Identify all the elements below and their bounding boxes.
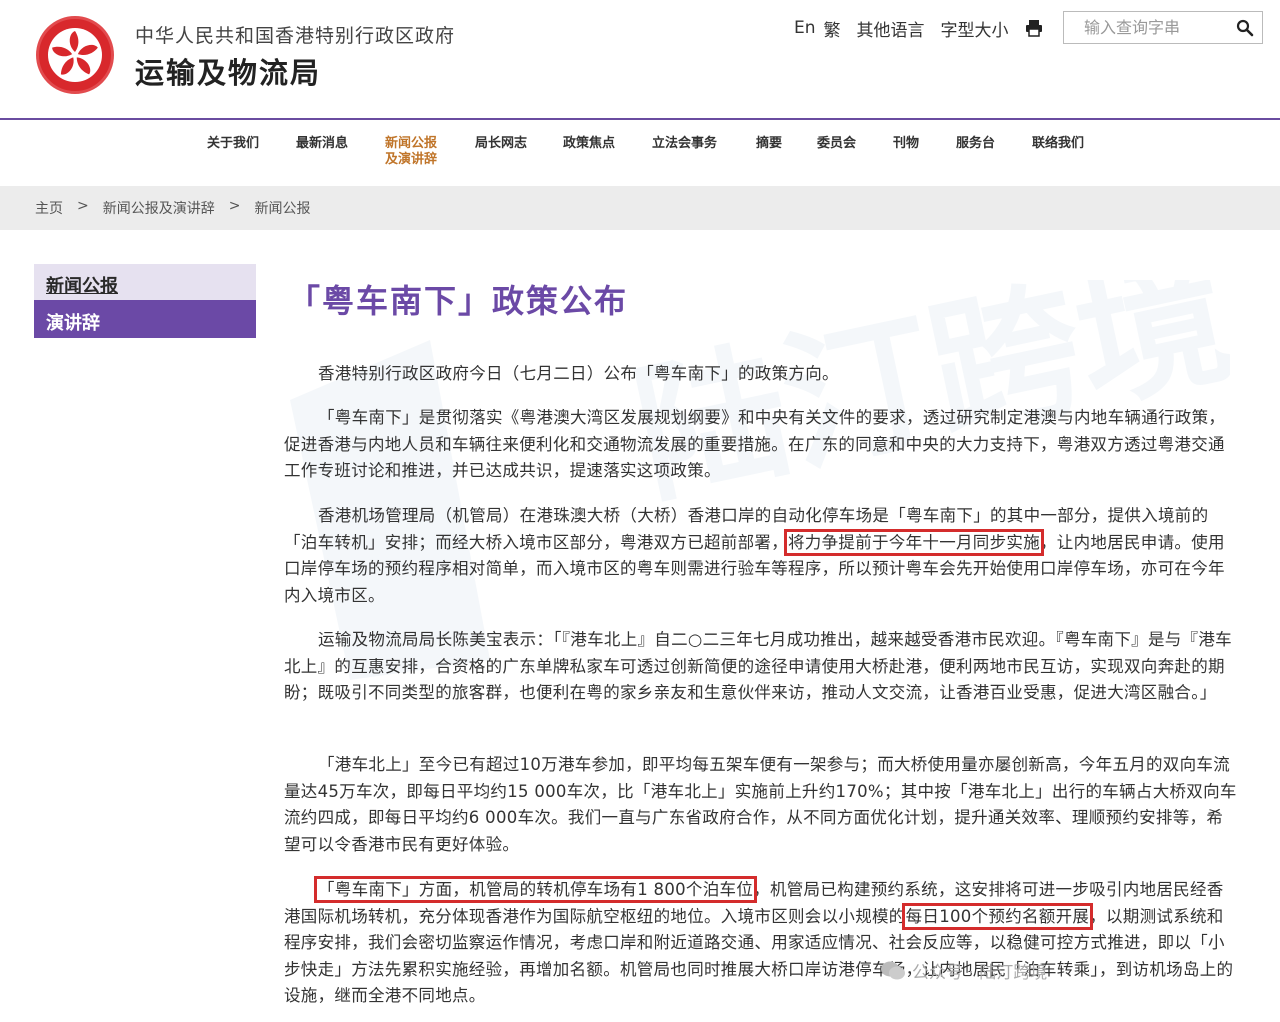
government-name: 中华人民共和国香港特别行政区政府 [135, 25, 456, 47]
article-paragraph-6: 「粤车南下」方面，机管局的转机停车场有1 800个泊车位，机管局已构建预约系统，… [284, 876, 1239, 1010]
svg-text:陆汀跨境: 陆汀跨境 [621, 280, 1230, 525]
bauhinia-icon [48, 28, 102, 82]
font-size-link[interactable]: 字型大小 [941, 16, 1009, 41]
nav-latest-news[interactable]: 最新消息 [296, 136, 348, 152]
main-nav: 关于我们 最新消息 新闻公报 及演讲辞 局长网志 政策焦点 立法会事务 摘要 委… [0, 120, 1280, 186]
other-languages-link[interactable]: 其他语言 [857, 16, 925, 41]
article-paragraph-4: 运输及物流局局长陈美宝表示：「『港车北上』自二○二三年七月成功推出，越来越受香港… [284, 630, 1232, 702]
nav-legco-business[interactable]: 立法会事务 [652, 136, 717, 152]
nav-about-us[interactable]: 关于我们 [207, 136, 259, 152]
breadcrumb-separator: > [77, 198, 89, 214]
breadcrumb-bar: 主页 > 新闻公报及演讲辞 > 新闻公报 [0, 186, 1280, 230]
lang-traditional-link[interactable]: 繁 [824, 16, 841, 41]
nav-contact-us[interactable]: 联络我们 [1032, 136, 1084, 152]
breadcrumb-press-speeches[interactable]: 新闻公报及演讲辞 [103, 198, 215, 218]
wechat-watermark: 公众号 · 陆汀跨境 [880, 958, 1047, 983]
highlight-parking-spaces: 「粤车南下」方面，机管局的转机停车场有1 800个泊车位 [313, 876, 758, 903]
article-title: 「粤车南下」政策公布 [288, 282, 629, 320]
search-input[interactable] [1064, 12, 1234, 43]
breadcrumb-press-releases[interactable]: 新闻公报 [254, 198, 310, 218]
breadcrumb-separator: > [228, 198, 241, 214]
search-box [1063, 11, 1263, 44]
nav-secretary-blog[interactable]: 局长网志 [475, 136, 527, 152]
nav-press-releases-speeches[interactable]: 新闻公报 及演讲辞 [385, 136, 437, 168]
article-paragraph-2: 「粤车南下」是贯彻落实《粤港澳大湾区发展规划纲要》和中央有关文件的要求，透过研究… [284, 408, 1226, 480]
highlight-daily-quota: 每日100个预约名额开展 [901, 902, 1094, 930]
lang-english-link[interactable]: En [794, 18, 816, 38]
wechat-icon [880, 960, 906, 982]
breadcrumb-home[interactable]: 主页 [35, 198, 63, 218]
nav-committees[interactable]: 委员会 [817, 136, 856, 152]
nav-publications[interactable]: 刊物 [893, 136, 919, 152]
breadcrumb: 主页 > 新闻公报及演讲辞 > 新闻公报 [35, 198, 310, 218]
sidebar-item-speeches[interactable]: 演讲辞 [34, 300, 256, 338]
highlight-november-implementation: 将力争提前于今年十一月同步实施 [784, 528, 1044, 556]
hksar-emblem-logo[interactable] [36, 16, 114, 94]
sidebar-item-press-releases[interactable]: 新闻公报 [34, 264, 256, 300]
nav-summary[interactable]: 摘要 [756, 136, 782, 152]
top-utility-links: En 繁 其他语言 字型大小 [794, 16, 1043, 41]
nav-policy-focus[interactable]: 政策焦点 [563, 136, 615, 152]
nav-service-desk[interactable]: 服务台 [956, 136, 995, 152]
article-paragraph-3: 香港机场管理局（机管局）在港珠澳大桥（大桥）香港口岸的自动化停车场是「粤车南下」… [284, 503, 1239, 609]
search-icon[interactable] [1236, 19, 1254, 37]
article-paragraph-1: 香港特别行政区政府今日（七月二日）公布「粤车南下」的政策方向。 [318, 364, 839, 383]
article-paragraph-5: 「港车北上」至今已有超过10万港车参加，即平均每五架车便有一架参与；而大桥使用量… [284, 755, 1237, 854]
bureau-name: 运输及物流局 [135, 56, 322, 90]
watermark-text: 公众号 · 陆汀跨境 [912, 963, 1048, 983]
print-icon[interactable] [1025, 19, 1043, 37]
site-header: 中华人民共和国香港特别行政区政府 运输及物流局 En 繁 其他语言 字型大小 [0, 0, 1280, 118]
